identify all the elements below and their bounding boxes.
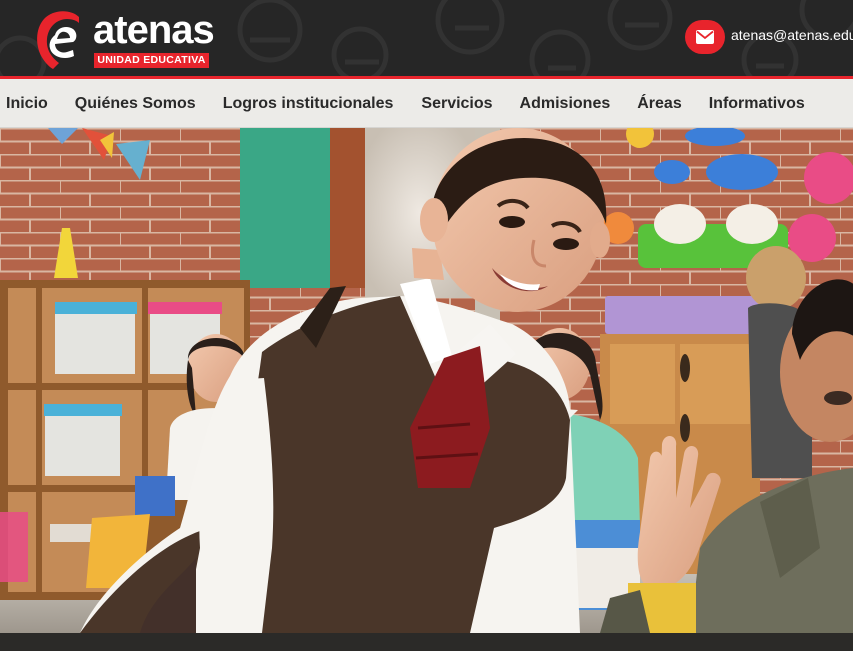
- hero-caption-strip: [0, 633, 853, 651]
- nav-item-quienes-somos[interactable]: Quiénes Somos: [75, 95, 196, 113]
- envelope-icon: [696, 30, 714, 44]
- main-navigation: Inicio Quiénes Somos Logros instituciona…: [0, 79, 853, 128]
- hero-image: [0, 128, 853, 633]
- nav-item-informativos[interactable]: Informativos: [709, 95, 805, 113]
- mail-button[interactable]: [685, 20, 725, 54]
- logo-tagline: UNIDAD EDUCATIVA: [94, 53, 209, 68]
- nav-item-servicios[interactable]: Servicios: [421, 95, 492, 113]
- nav-item-inicio[interactable]: Inicio: [6, 95, 48, 113]
- nav-item-admisiones[interactable]: Admisiones: [520, 95, 611, 113]
- nav-item-areas[interactable]: Áreas: [637, 95, 681, 113]
- logo-wordmark: atenas: [93, 8, 215, 52]
- site-logo[interactable]: atenas UNIDAD EDUCATIVA: [33, 7, 215, 71]
- site-header: atenas UNIDAD EDUCATIVA atenas@atenas.ed…: [0, 0, 853, 76]
- hero-slider: [0, 128, 853, 633]
- logo-e-mark-icon: [37, 11, 79, 69]
- nav-item-logros-institucionales[interactable]: Logros institucionales: [223, 95, 394, 113]
- contact-email-link[interactable]: atenas@atenas.edu: [731, 27, 853, 43]
